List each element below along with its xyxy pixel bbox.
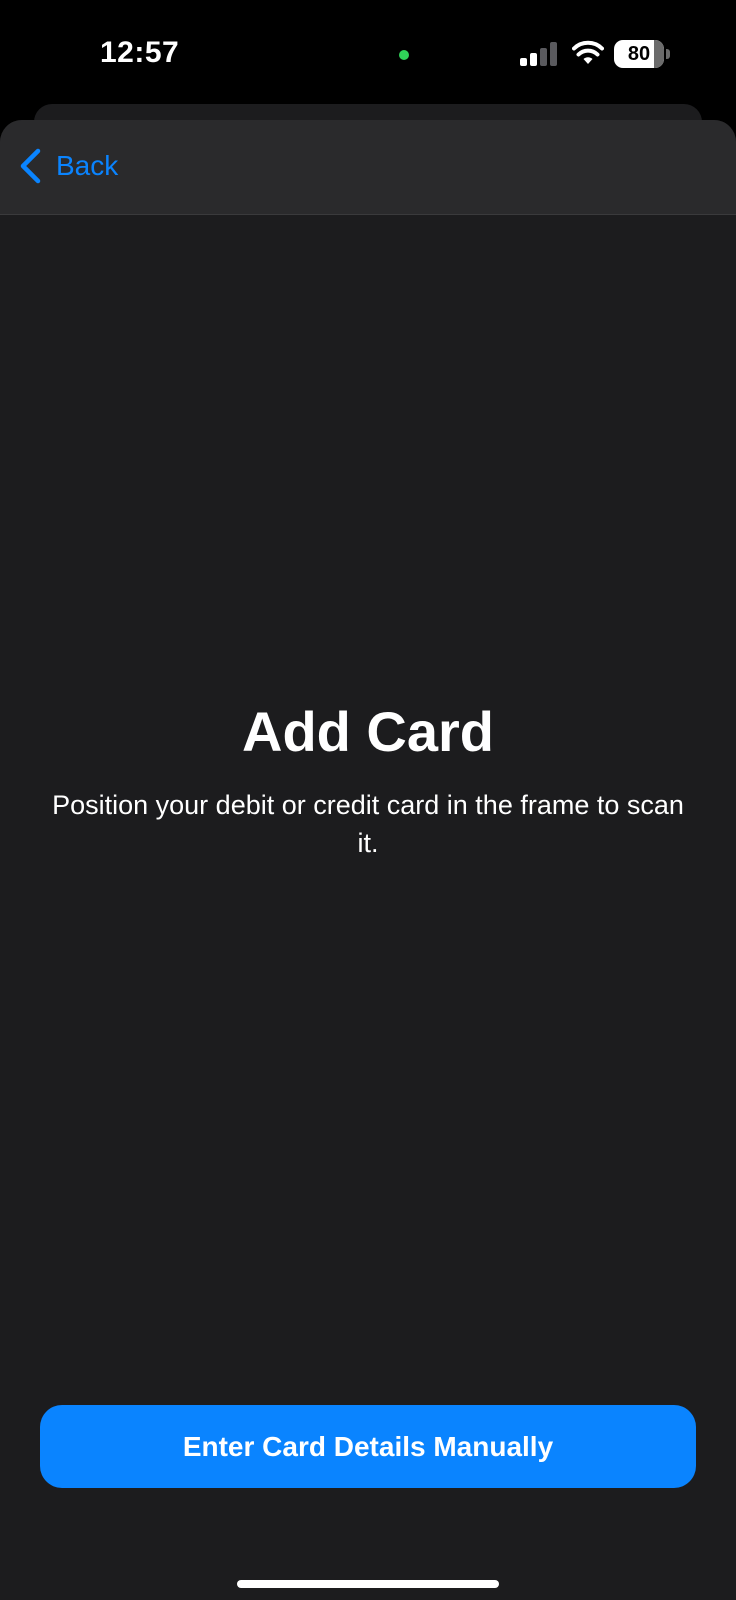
camera-in-use-indicator <box>399 50 409 60</box>
status-time: 12:57 <box>100 36 180 69</box>
battery-icon: 80 <box>614 40 672 68</box>
scan-instructions: Add Card Position your debit or credit c… <box>0 700 736 862</box>
battery-body: 80 <box>614 40 664 68</box>
signal-bar <box>550 42 557 66</box>
back-button[interactable]: Back <box>18 144 118 188</box>
navigation-bar: Back <box>0 120 736 215</box>
status-bar: 12:57 80 <box>0 0 736 104</box>
wifi-icon <box>572 40 604 64</box>
back-label: Back <box>56 150 119 181</box>
page-title: Add Card <box>242 700 494 763</box>
enter-card-details-manually-button[interactable]: Enter Card Details Manually <box>40 1405 696 1488</box>
home-indicator[interactable] <box>237 1580 499 1588</box>
battery-cap <box>666 49 670 59</box>
add-card-sheet: Back Add Card Position your debit or cre… <box>0 120 736 1600</box>
cellular-signal-icon <box>520 42 557 66</box>
signal-bar <box>540 48 547 66</box>
instruction-text: Position your debit or credit card in th… <box>52 790 684 858</box>
signal-bar <box>520 58 527 66</box>
signal-bar <box>530 53 537 66</box>
battery-percentage: 80 <box>627 43 651 65</box>
chevron-left-icon <box>20 148 41 184</box>
